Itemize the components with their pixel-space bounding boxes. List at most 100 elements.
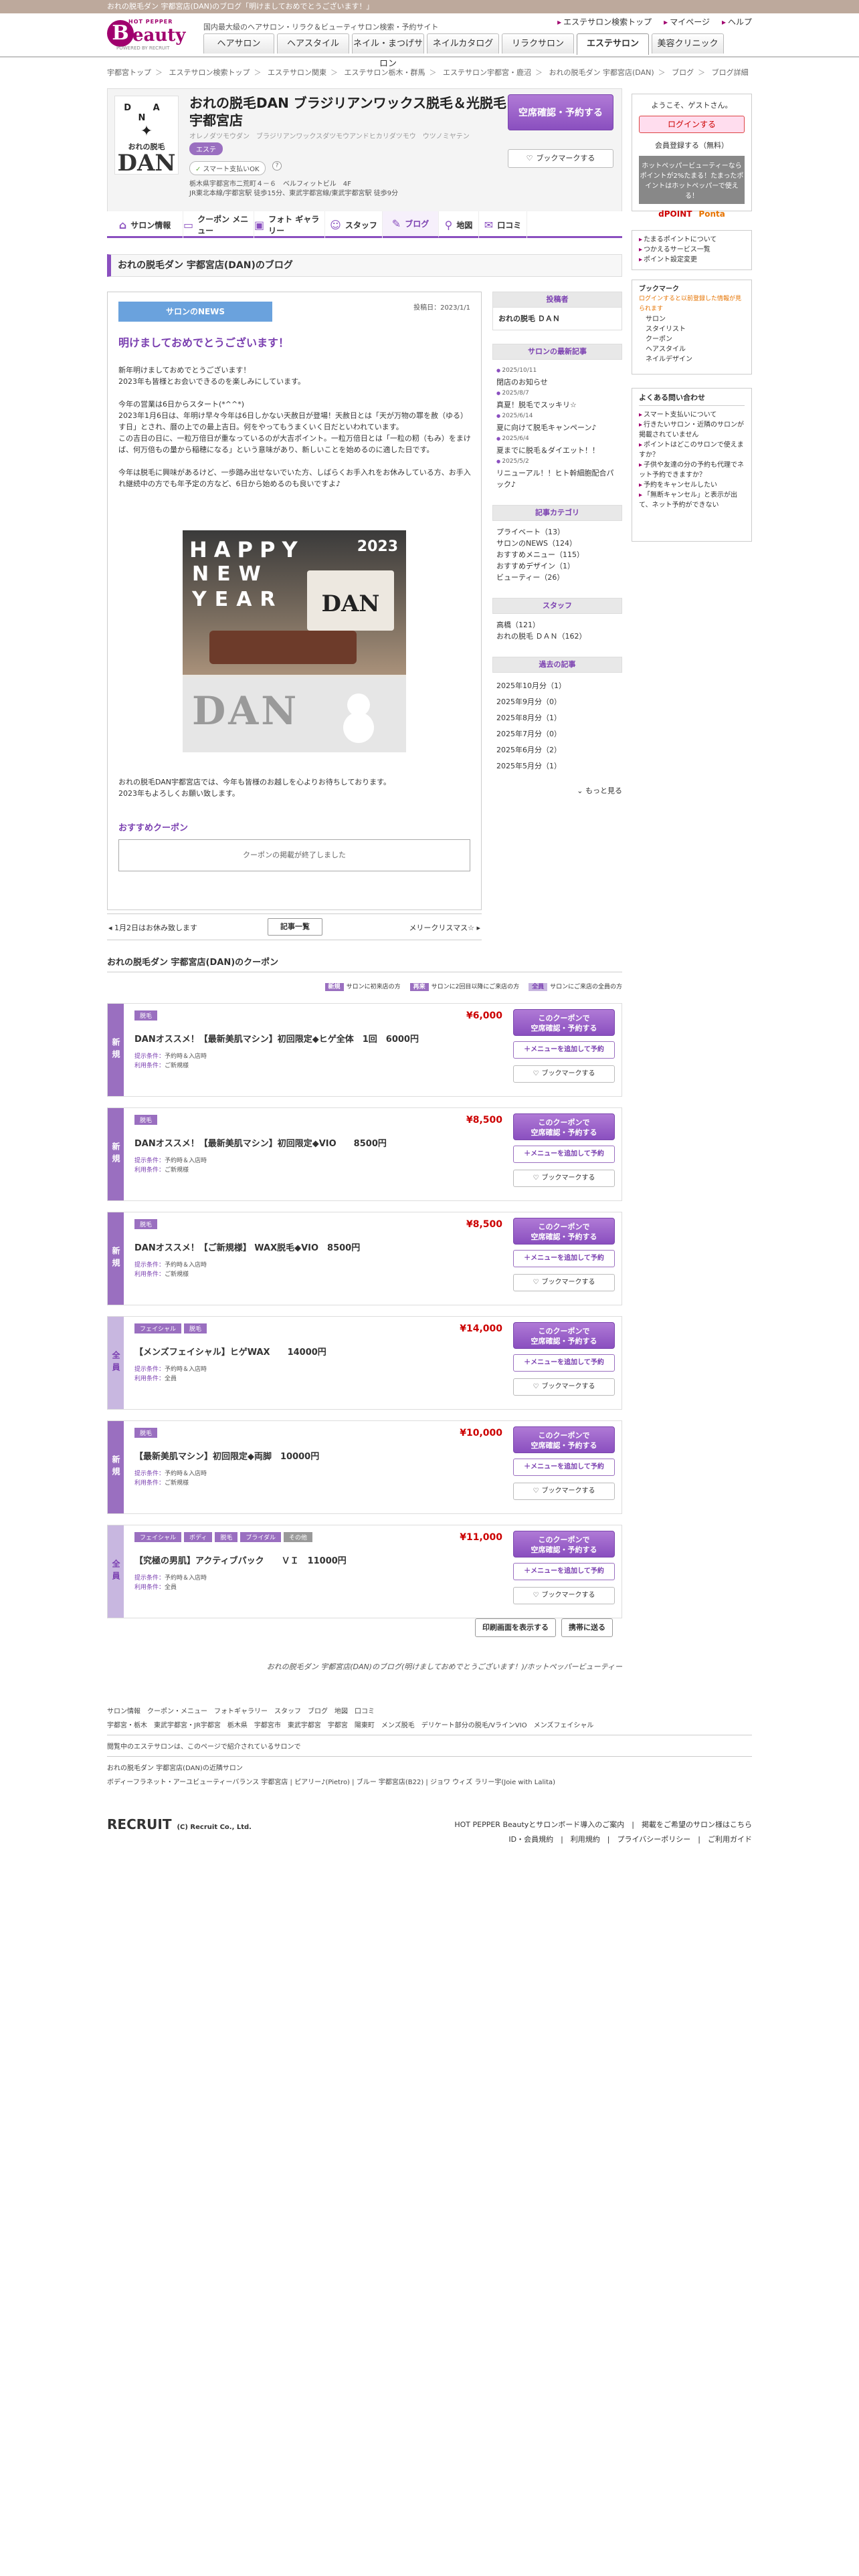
article-list-button[interactable]: 記事一覧 [268, 918, 322, 936]
faq-link[interactable]: 予約をキャンセルしたい [639, 480, 745, 490]
faq-link[interactable]: 行きたいサロン・近隣のサロンが掲載されていません [639, 420, 745, 440]
staff-link[interactable]: おれの脱毛 ＤＡＮ（162） [496, 631, 618, 642]
add-menu-button[interactable]: ＋メニューを追加して予約 [513, 1459, 615, 1476]
footer-link[interactable]: 陽東町 [355, 1722, 375, 1729]
breadcrumb-item[interactable]: エステサロン栃木・群馬 [345, 68, 425, 77]
bookmark-item[interactable]: サロン [639, 314, 745, 324]
footer-link[interactable]: メンズ脱毛 [381, 1722, 415, 1729]
more-link[interactable]: ⌄ もっと見る [492, 785, 622, 796]
footer-link-row[interactable]: HOT PEPPER Beautyとサロンボード導入のご案内 | 掲載をご希望の… [454, 1818, 752, 1832]
footer-link[interactable]: 宇都宮 [328, 1722, 348, 1729]
next-article-link[interactable]: メリークリスマス☆ ▸ [409, 922, 480, 933]
footer-link[interactable]: 宇都宮市 [254, 1722, 281, 1729]
coupon-bookmark-button[interactable]: ブックマークする [513, 1065, 615, 1083]
add-menu-button[interactable]: ＋メニューを追加して予約 [513, 1146, 615, 1163]
point-link[interactable]: つかえるサービス一覧 [639, 245, 745, 255]
category-link[interactable]: おすすめメニュー（115） [496, 549, 618, 560]
footer-notice[interactable]: 閲覧中のエステサロンは、このページで紹介されているサロンで [107, 1741, 752, 1751]
category-link[interactable]: サロンのNEWS（124） [496, 538, 618, 549]
footer-link[interactable]: 東武宇都宮・JR宇都宮 [154, 1722, 221, 1729]
add-menu-button[interactable]: ＋メニューを追加して予約 [513, 1041, 615, 1059]
faq-link[interactable]: スマート支払いについて [639, 410, 745, 420]
tab-blog[interactable]: ✎ ブログ [383, 211, 439, 238]
staff-link[interactable]: 高橋（121） [496, 619, 618, 631]
footer-link[interactable]: デリケート部分の脱毛/VラインVIO [421, 1722, 527, 1729]
coupon-bookmark-button[interactable]: ブックマークする [513, 1587, 615, 1604]
footer-nearby-salons[interactable]: ボディーフラネット・アーユビューティーバランス 宇都宮店 | ピアリー♪(Pie… [107, 1776, 752, 1786]
tab-reviews[interactable]: ✉ 口コミ [479, 211, 527, 238]
prev-article-link[interactable]: ◂ 1月2日はお休み致します [108, 922, 197, 933]
point-link[interactable]: ポイント設定変更 [639, 255, 745, 265]
print-button[interactable]: 印刷画面を表示する [475, 1618, 556, 1637]
bookmark-item[interactable]: ヘアスタイル [639, 344, 745, 354]
coupon-bookmark-button[interactable]: ブックマークする [513, 1378, 615, 1396]
bookmark-item[interactable]: スタイリスト [639, 324, 745, 334]
gnav-esthe-salon[interactable]: エステサロン [577, 33, 649, 55]
article-category[interactable]: サロンのNEWS [118, 302, 272, 322]
footer-link[interactable]: クーポン・メニュー [147, 1708, 207, 1715]
tab-coupon-menu[interactable]: ▭ クーポン メニュー [183, 211, 254, 238]
link-mypage[interactable]: マイページ [664, 16, 710, 27]
category-link[interactable]: おすすめデザイン（1） [496, 560, 618, 572]
archive-link[interactable]: 2025年10月分（1） [496, 678, 618, 694]
category-link[interactable]: プライベート（13） [496, 526, 618, 538]
add-menu-button[interactable]: ＋メニューを追加して予約 [513, 1354, 615, 1372]
breadcrumb-item[interactable]: エステサロン検索トップ [169, 68, 250, 77]
help-icon[interactable]: ? [272, 161, 282, 171]
bookmark-button[interactable]: ブックマークする [508, 149, 613, 168]
archive-link[interactable]: 2025年6月分（2） [496, 742, 618, 758]
latest-article-link[interactable]: 夏に向けて脱毛キャンペーン♪ [496, 422, 618, 433]
footer-link-row[interactable]: ID・会員規約 | 利用規約 | プライバシーポリシー | ご利用ガイド [454, 1832, 752, 1847]
footer-link[interactable]: スタッフ [274, 1708, 301, 1715]
archive-link[interactable]: 2025年7月分（0） [496, 726, 618, 742]
category-link[interactable]: ビューティー（26） [496, 572, 618, 583]
archive-link[interactable]: 2025年9月分（0） [496, 694, 618, 710]
point-link[interactable]: たまるポイントについて [639, 235, 745, 245]
archive-link[interactable]: 2025年5月分（1） [496, 758, 618, 774]
hotpepper-beauty-logo[interactable]: B HOT PEPPER eauty POWERED BY RECRUIT [107, 17, 194, 52]
footer-link[interactable]: フォトギャラリー [214, 1708, 268, 1715]
coupon-reserve-button[interactable]: このクーポンで 空席確認・予約する [513, 1322, 615, 1349]
coupon-reserve-button[interactable]: このクーポンで 空席確認・予約する [513, 1426, 615, 1453]
gnav-relax-salon[interactable]: リラクサロン [502, 33, 574, 53]
latest-article-link[interactable]: 夏までに脱毛＆ダイエット！！ [496, 445, 618, 456]
send-mobile-button[interactable]: 携帯に送る [561, 1618, 613, 1637]
link-help[interactable]: ヘルプ [722, 16, 752, 27]
archive-link[interactable]: 2025年8月分（1） [496, 710, 618, 726]
tab-salon-info[interactable]: ⌂ サロン情報 [107, 211, 183, 238]
breadcrumb-item[interactable]: 宇都宮トップ [107, 68, 151, 77]
footer-link[interactable]: 宇都宮・栃木 [107, 1722, 147, 1729]
link-search-top[interactable]: エステサロン検索トップ [557, 16, 652, 27]
footer-link[interactable]: 地図 [335, 1708, 348, 1715]
faq-link[interactable]: 「無断キャンセル」と表示が出て、ネット予約ができない [639, 490, 745, 510]
faq-link[interactable]: ポイントはどこのサロンで使えますか？ [639, 440, 745, 460]
coupon-bookmark-button[interactable]: ブックマークする [513, 1274, 615, 1291]
author-name[interactable]: おれの脱毛 ＤＡＮ [492, 308, 622, 330]
coupon-reserve-button[interactable]: このクーポンで 空席確認・予約する [513, 1113, 615, 1140]
footer-link[interactable]: 東武宇都宮 [288, 1722, 321, 1729]
latest-article-link[interactable]: リニューアル！！ヒト幹細胞配合パック♪ [496, 467, 618, 490]
footer-link[interactable]: 口コミ [355, 1708, 375, 1715]
coupon-reserve-button[interactable]: このクーポンで 空席確認・予約する [513, 1009, 615, 1036]
tab-map[interactable]: ⚲ 地図 [439, 211, 479, 238]
coupon-reserve-button[interactable]: このクーポンで 空席確認・予約する [513, 1531, 615, 1558]
register-link[interactable]: 会員登録する（無料） [632, 140, 751, 150]
bookmark-item[interactable]: クーポン [639, 334, 745, 344]
breadcrumb-item[interactable]: エステサロン宇都宮・鹿沼 [443, 68, 531, 77]
bookmark-item[interactable]: ネイルデザイン [639, 354, 745, 364]
faq-link[interactable]: 子供や友達の分の予約も代理でネット予約できますか？ [639, 460, 745, 480]
gnav-hair-salon[interactable]: ヘアサロン [203, 33, 274, 53]
footer-link[interactable]: 栃木県 [227, 1722, 248, 1729]
login-button[interactable]: ログインする [639, 116, 745, 133]
point-promo-banner[interactable]: ホットペッパービューティーならポイントが2%たまる！たまったポイントはホットペッ… [639, 156, 745, 204]
breadcrumb-item[interactable]: エステサロン関東 [268, 68, 326, 77]
reserve-button[interactable]: 空席確認・予約する [508, 94, 613, 130]
latest-article-link[interactable]: 真夏！脱毛でスッキリ☆ [496, 399, 618, 411]
footer-link[interactable]: サロン情報 [107, 1708, 140, 1715]
footer-link[interactable]: ブログ [308, 1708, 328, 1715]
tab-staff[interactable]: ☺ スタッフ [325, 211, 383, 238]
gnav-nail-salon[interactable]: ネイル・まつげサロン [352, 33, 424, 69]
tab-photo-gallery[interactable]: ▣ フォト ギャラリー [254, 211, 325, 238]
coupon-bookmark-button[interactable]: ブックマークする [513, 1170, 615, 1187]
add-menu-button[interactable]: ＋メニューを追加して予約 [513, 1250, 615, 1267]
